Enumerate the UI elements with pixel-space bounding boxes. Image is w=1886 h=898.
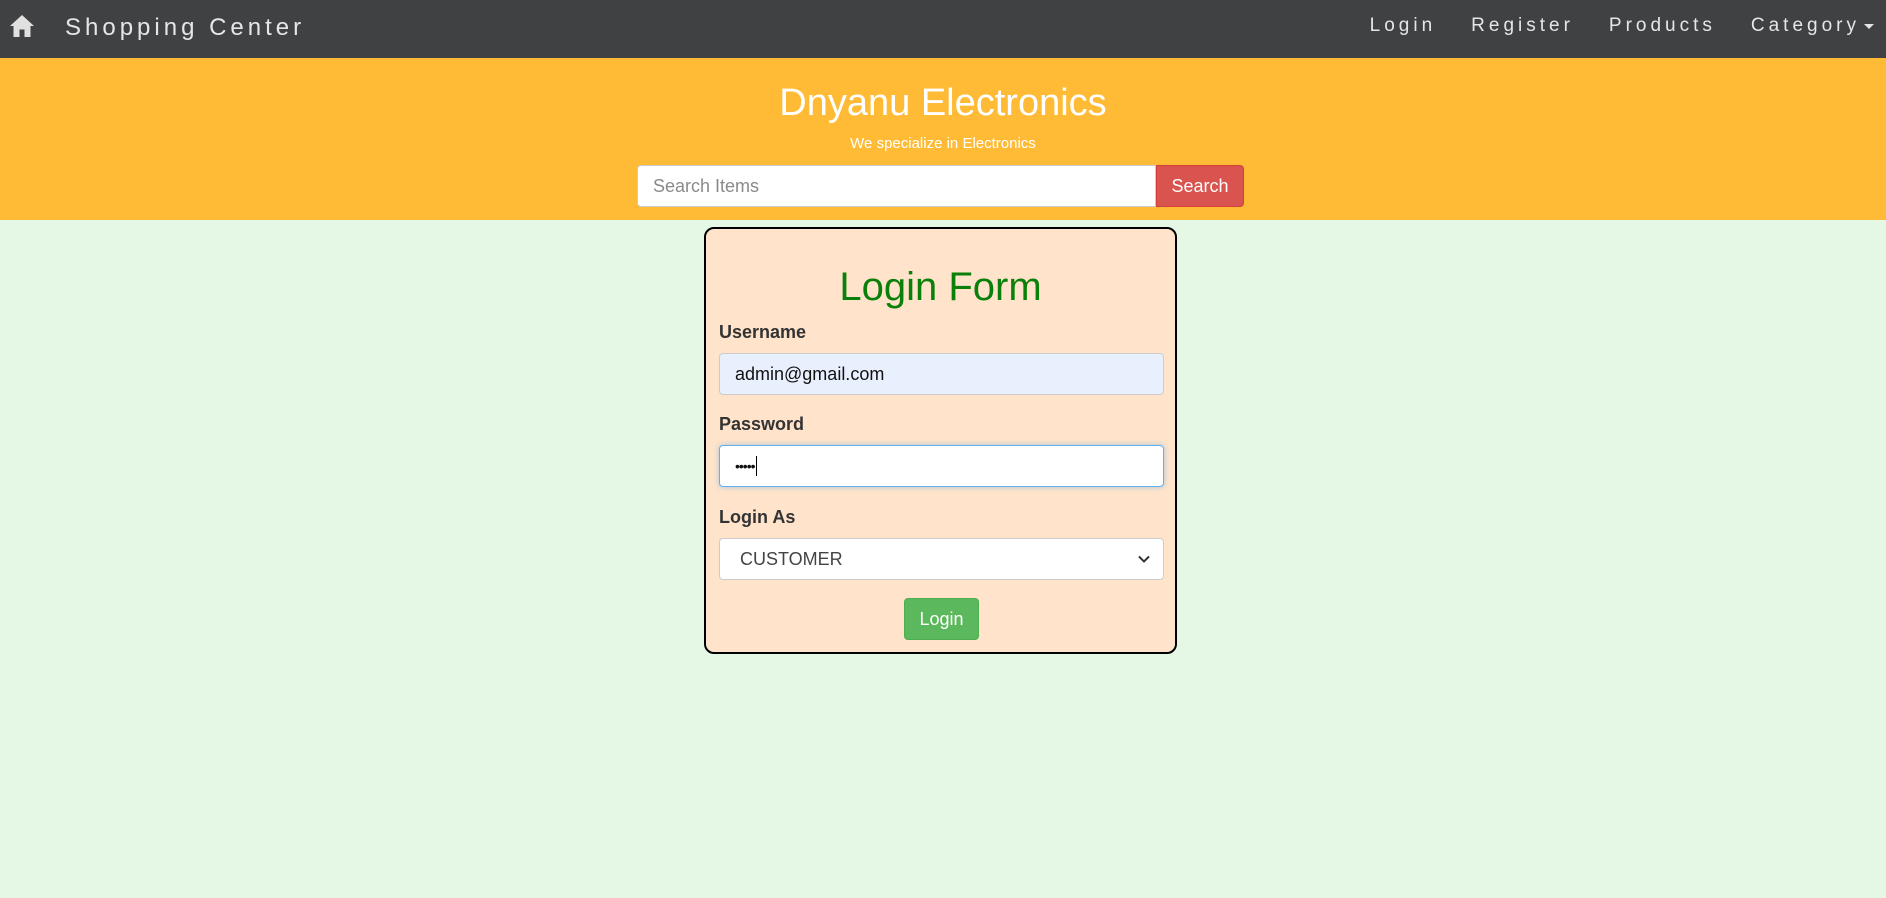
login-as-select[interactable]: CUSTOMER bbox=[719, 538, 1164, 580]
search-bar: Search bbox=[637, 165, 1244, 207]
top-navbar: Shopping Center Login Register Products … bbox=[0, 0, 1886, 58]
shop-title: Dnyanu Electronics bbox=[779, 82, 1107, 124]
nav-category-label: Category bbox=[1750, 15, 1860, 36]
chevron-down-icon bbox=[1138, 555, 1150, 563]
search-input[interactable] bbox=[637, 165, 1156, 207]
shop-tagline: We specialize in Electronics bbox=[850, 135, 1036, 152]
password-label: Password bbox=[719, 414, 805, 434]
nav-register-link[interactable]: Register bbox=[1471, 15, 1574, 37]
login-submit-button[interactable]: Login bbox=[904, 598, 979, 640]
brand-title[interactable]: Shopping Center bbox=[65, 14, 305, 42]
home-icon[interactable] bbox=[9, 13, 35, 39]
nav-category-dropdown[interactable]: Category bbox=[1751, 15, 1874, 37]
login-as-label: Login As bbox=[719, 507, 796, 527]
password-masked-value: ••••• bbox=[735, 458, 755, 474]
username-field[interactable]: admin@gmail.com bbox=[719, 353, 1164, 395]
form-title: Login Form bbox=[839, 265, 1042, 309]
search-button[interactable]: Search bbox=[1156, 165, 1244, 207]
login-form-card: Login Form Username admin@gmail.com Pass… bbox=[704, 227, 1177, 654]
caret-down-icon bbox=[1864, 23, 1874, 29]
username-label: Username bbox=[719, 322, 807, 342]
text-cursor bbox=[755, 456, 757, 476]
store-banner: Dnyanu Electronics We specialize in Elec… bbox=[0, 58, 1886, 220]
password-field[interactable]: ••••• bbox=[719, 445, 1164, 487]
username-value: admin@gmail.com bbox=[735, 363, 885, 384]
nav-links: Login Register Products Category bbox=[1335, 0, 1886, 52]
nav-products-link[interactable]: Products bbox=[1609, 15, 1716, 37]
login-as-selected-value: CUSTOMER bbox=[740, 548, 843, 569]
nav-login-link[interactable]: Login bbox=[1370, 15, 1437, 37]
